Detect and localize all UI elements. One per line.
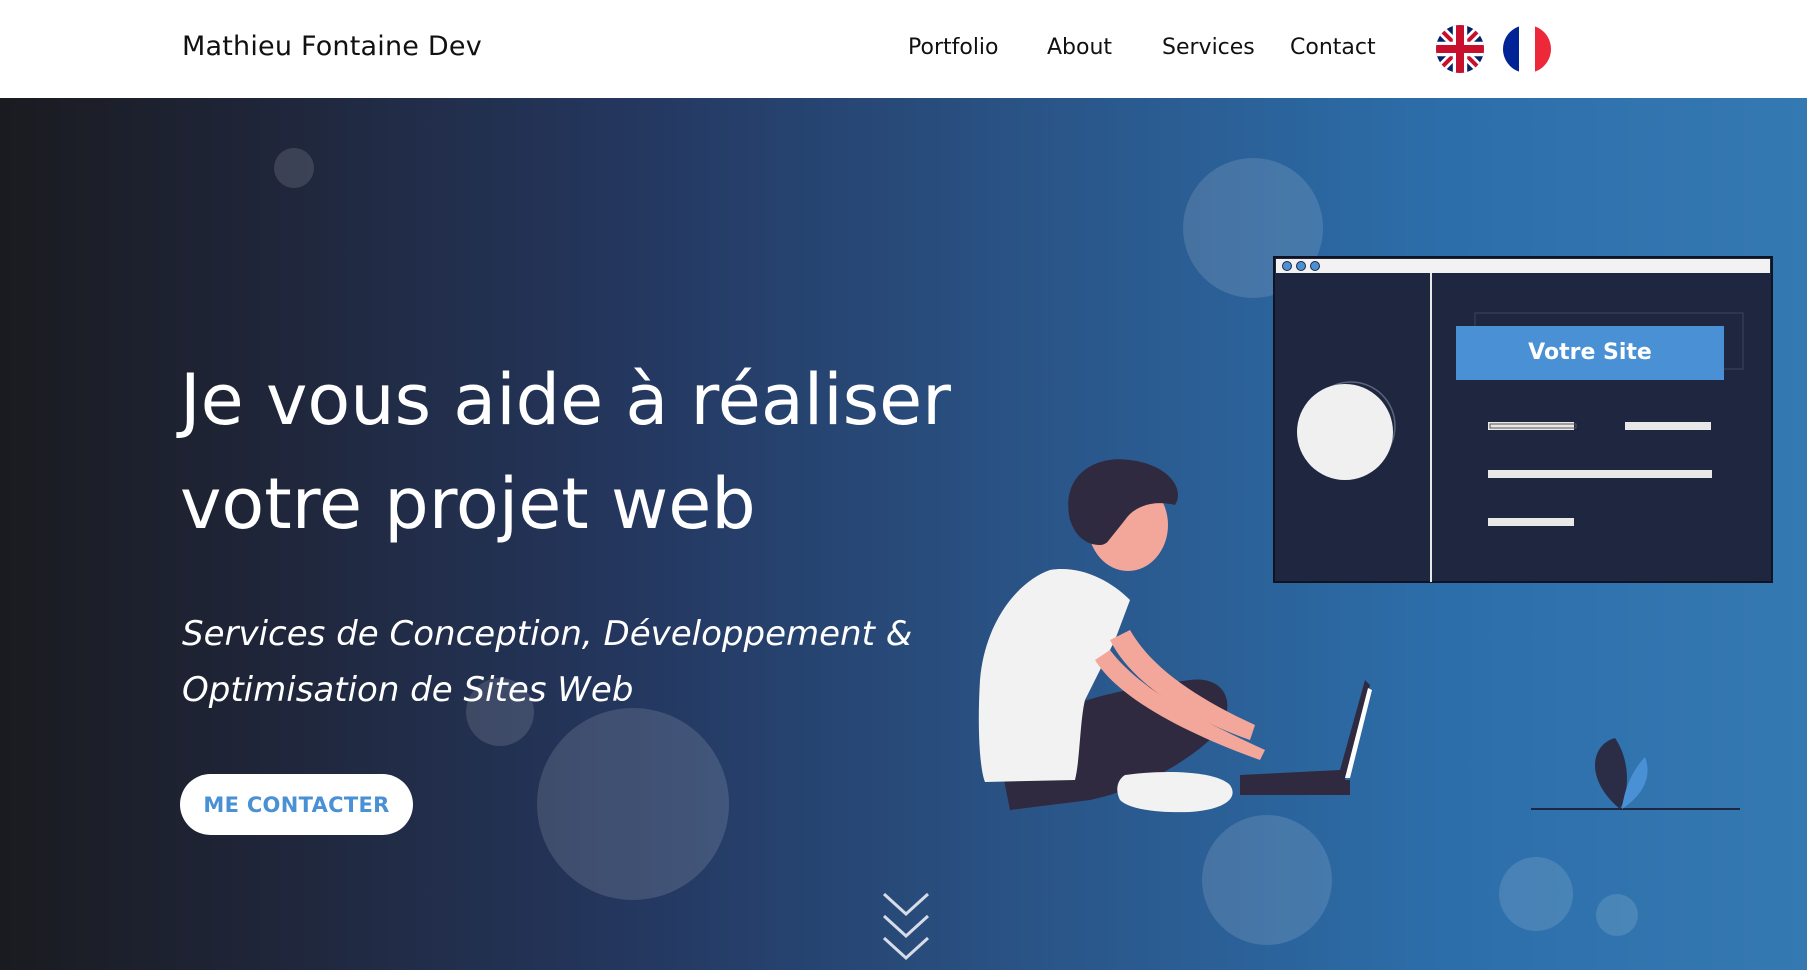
decor-bubble — [274, 148, 314, 188]
nav-link-about[interactable]: About — [1047, 35, 1112, 60]
decor-bubble — [537, 708, 729, 900]
brand-logo[interactable]: Mathieu Fontaine Dev — [182, 31, 482, 62]
contact-cta-button[interactable]: ME CONTACTER — [180, 774, 413, 835]
mockup-titlebar — [1276, 259, 1770, 273]
uk-flag-icon[interactable] — [1436, 25, 1484, 73]
nav-link-contact[interactable]: Contact — [1290, 35, 1376, 60]
hero-title-line2: votre projet web — [180, 463, 756, 545]
hero-title-line1: Je vous aide à réaliser — [180, 359, 951, 441]
nav-link-services[interactable]: Services — [1162, 35, 1255, 60]
france-flag-icon[interactable] — [1503, 25, 1551, 73]
hero-subtitle: Services de Conception, Développement & … — [182, 606, 982, 718]
hero-subtitle-line1: Services de Conception, Développement & — [182, 614, 913, 654]
hero-subtitle-line2: Optimisation de Sites Web — [182, 670, 634, 710]
chevrons-down-icon[interactable] — [880, 890, 932, 965]
mockup-label: Votre Site — [1528, 340, 1652, 365]
nav-link-portfolio[interactable]: Portfolio — [908, 35, 999, 60]
hero-title: Je vous aide à réaliser votre projet web — [180, 348, 1080, 556]
navbar: Mathieu Fontaine Dev Portfolio About Ser… — [0, 0, 1807, 98]
mockup-avatar — [1297, 384, 1393, 480]
